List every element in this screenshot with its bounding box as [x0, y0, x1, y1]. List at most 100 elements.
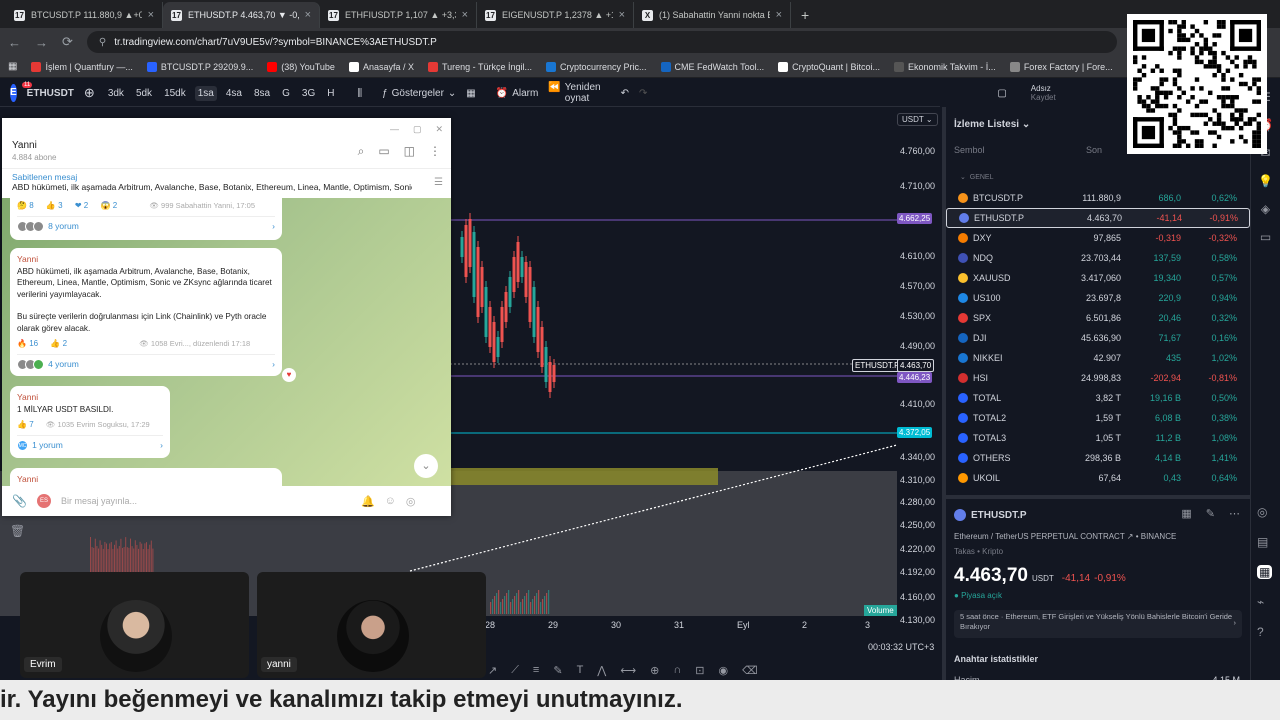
message-bubble[interactable]: Yanni	[10, 468, 282, 486]
search-icon[interactable]: ⌕	[358, 144, 365, 159]
bell-icon[interactable]: 🔔	[361, 495, 375, 508]
comments-link[interactable]: 4 yorum ›	[17, 353, 275, 371]
watchlist-row[interactable]: NIKKEI 42.907 435 1,02%	[946, 348, 1250, 368]
bookmark-item[interactable]: BTCUSDT.P 29209.9...	[146, 61, 253, 72]
bookmark-item[interactable]: Tureng - Türkçe İngil...	[427, 61, 532, 72]
col-symbol-header[interactable]: Sembol	[954, 145, 985, 155]
interval-3dk[interactable]: 3dk	[105, 86, 127, 101]
redo-icon[interactable]: ↷	[639, 88, 647, 99]
candle-type-icon[interactable]: ⫼	[357, 88, 362, 99]
browser-tab[interactable]: 17 ETHUSDT.P 4.463,70 ▼ -0,91% ×	[163, 2, 320, 28]
bookmark-item[interactable]: Ekonomik Takvim - İ...	[893, 61, 996, 72]
eye-tool-icon[interactable]: ◉	[718, 664, 728, 680]
ideas-icon[interactable]: 💡	[1258, 174, 1273, 188]
watchlist-row[interactable]: TOTAL 3,82 T 19,16 B 0,50%	[946, 388, 1250, 408]
browser-tab[interactable]: 17 ETHFIUSDT.P 1,107 ▲ +3,36% Adsız ×	[320, 2, 477, 28]
reaction-thumbs-up[interactable]: 👍 2	[50, 338, 67, 350]
browser-tab[interactable]: X (1) Sabahattin Yanni nokta Ethe ×	[634, 2, 791, 28]
add-compare-icon[interactable]: ⊕	[84, 85, 95, 101]
watchlist-row[interactable]: DXY 97,865 -0,319 -0,32%	[946, 228, 1250, 248]
calendar-icon[interactable]: ▤	[1257, 535, 1272, 549]
attach-icon[interactable]: 📎	[12, 494, 27, 508]
layers-icon[interactable]: ◈	[1261, 202, 1270, 216]
indicators-button[interactable]: ƒ Göstergeler ⌄	[382, 88, 456, 99]
signal-icon[interactable]: ⌁	[1257, 595, 1272, 609]
pinned-message[interactable]: Sabitlenen mesaj ABD hükümeti, ilk aşama…	[2, 168, 451, 196]
new-tab-button[interactable]: +	[791, 2, 819, 28]
watchlist-row[interactable]: DJI 45.636,90 71,67 0,16%	[946, 328, 1250, 348]
browser-tab[interactable]: 17 BTCUSDT.P 111.880,9 ▲+0,62% ×	[6, 2, 163, 28]
cursor-tool-icon[interactable]: ↗	[488, 664, 497, 680]
measure-tool-icon[interactable]: ⟷	[620, 664, 636, 680]
details-symbol[interactable]: ETHUSDT.P	[971, 510, 1027, 521]
scroll-down-button[interactable]: ⌄	[414, 454, 438, 478]
more-horizontal-icon[interactable]: ⋯	[1229, 507, 1240, 520]
watchlist-row[interactable]: TOTAL3 1,05 T 11,2 B 1,08%	[946, 428, 1250, 448]
message-bubble[interactable]: Yanni 1 MİLYAR USDT BASILDI. 👍 7 👁 1035 …	[10, 386, 170, 458]
trash-tool-icon[interactable]: ⌫	[742, 664, 758, 680]
channel-header[interactable]: Yanni 4.884 abone ⌕ ▭ ◫ ⋮	[2, 140, 451, 168]
target-icon[interactable]: ◎	[1257, 505, 1272, 519]
undo-icon[interactable]: ↶	[621, 88, 629, 99]
watchlist-row[interactable]: BTCUSDT.P 111.880,9 686,0 0,62%	[946, 188, 1250, 208]
back-icon[interactable]: ←	[8, 35, 21, 50]
currency-selector[interactable]: USDT ⌄	[897, 113, 938, 126]
interval-4sa[interactable]: 4sa	[223, 86, 245, 101]
reaction-scared[interactable]: 😱 2	[101, 200, 118, 212]
emoji-icon[interactable]: ☺	[385, 495, 396, 507]
interval-3G[interactable]: 3G	[299, 86, 318, 101]
maximize-icon[interactable]: ▢	[413, 124, 422, 135]
camera-icon[interactable]: ◎	[406, 495, 416, 508]
browser-tab[interactable]: 17 EIGENUSDT.P 1,2378 ▲ +1,21% ×	[477, 2, 634, 28]
watchlist-header[interactable]: İzleme Listesi ⌄	[954, 119, 1030, 130]
reload-icon[interactable]: ⟳	[62, 34, 73, 50]
magnet-tool-icon[interactable]: ∩	[673, 664, 681, 680]
interval-8sa[interactable]: 8sa	[251, 86, 273, 101]
interval-15dk[interactable]: 15dk	[161, 86, 189, 101]
heart-reaction-icon[interactable]: ♥	[282, 368, 296, 382]
alert-button[interactable]: ⏰ Alarm	[496, 88, 539, 99]
text-tool-icon[interactable]: T	[577, 664, 584, 680]
message-bubble[interactable]: 🤔 8 👍 3 ❤ 2 😱 2 👁 999 Sabahattin Yanni, …	[10, 198, 282, 240]
layout-icon[interactable]: ▦	[1181, 507, 1191, 520]
close-icon[interactable]: ✕	[435, 124, 443, 135]
zoom-tool-icon[interactable]: ⊕	[650, 664, 659, 680]
watchlist-row[interactable]: US100 23.697,8 220,9 0,94%	[946, 288, 1250, 308]
pinned-list-icon[interactable]: ☰	[434, 177, 443, 188]
watchlist-row[interactable]: ETHUSDT.P 4.463,70 -41,14 -0,91%	[946, 208, 1250, 228]
apps-icon[interactable]: ▦	[8, 61, 17, 72]
watchlist-row[interactable]: TOTAL2 1,59 T 6,08 B 0,38%	[946, 408, 1250, 428]
more-vertical-icon[interactable]: ⋮	[429, 144, 441, 159]
forward-icon[interactable]: →	[35, 35, 48, 50]
interval-1sa[interactable]: 1sa	[194, 85, 217, 101]
comments-link[interactable]: MC 1 yorum ›	[17, 434, 163, 452]
tab-close-icon[interactable]: ×	[148, 9, 154, 21]
help-icon[interactable]: ?	[1257, 625, 1272, 639]
trash-icon[interactable]: 🗑	[10, 524, 25, 538]
tab-close-icon[interactable]: ×	[776, 9, 782, 21]
pattern-tool-icon[interactable]: ⋀	[597, 664, 606, 680]
voice-chat-icon[interactable]: ▭	[378, 144, 389, 159]
bookmark-item[interactable]: Anasayfa / X	[348, 61, 414, 72]
brush-tool-icon[interactable]: ✎	[553, 664, 562, 680]
news-item[interactable]: 5 saat önce · Ethereum, ETF Girişleri ve…	[954, 610, 1242, 638]
reaction-heart[interactable]: ❤ 2	[75, 200, 88, 212]
interval-G[interactable]: G	[279, 86, 293, 101]
interval-H[interactable]: H	[324, 86, 337, 101]
bookmark-item[interactable]: CME FedWatch Tool...	[660, 61, 764, 72]
watchlist-row[interactable]: SPX 6.501,86 20,46 0,32%	[946, 308, 1250, 328]
comments-link[interactable]: 8 yorum ›	[17, 215, 275, 233]
tab-close-icon[interactable]: ×	[305, 9, 311, 21]
trendline-tool-icon[interactable]: ⟋	[511, 664, 519, 680]
reaction-thinking[interactable]: 🤔 8	[17, 200, 34, 212]
tab-close-icon[interactable]: ×	[462, 9, 468, 21]
reaction-thumbs-up[interactable]: 👍 7	[17, 419, 34, 431]
reaction-thumbs-up[interactable]: 👍 3	[46, 200, 63, 212]
minimize-icon[interactable]: —	[390, 124, 399, 134]
bookmark-item[interactable]: (38) YouTube	[267, 61, 335, 72]
site-info-icon[interactable]: ⚲	[99, 37, 106, 48]
chat-bubble-icon[interactable]: ▭	[1260, 230, 1271, 244]
lock-tool-icon[interactable]: ⊡	[695, 664, 704, 680]
bookmark-item[interactable]: CryptoQuant | Bitcoi...	[778, 61, 880, 72]
fib-tool-icon[interactable]: ≡	[533, 664, 539, 680]
